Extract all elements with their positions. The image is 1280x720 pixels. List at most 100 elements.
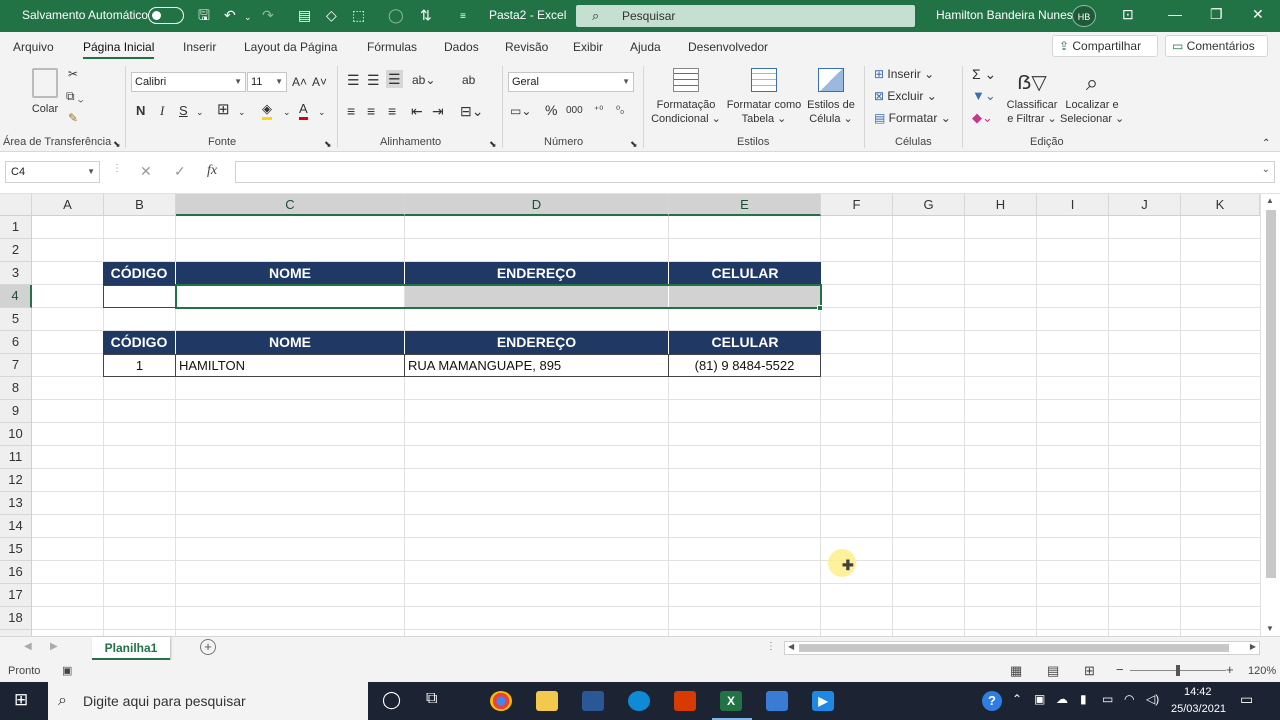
column-header-e[interactable]: E: [669, 194, 821, 216]
column-header-c[interactable]: C: [176, 194, 405, 216]
app-icon[interactable]: [582, 691, 604, 711]
tab-desenvolvedor[interactable]: Desenvolvedor: [688, 40, 768, 54]
sort-filter-button[interactable]: ẞ▽ Classificar e Filtrar ⌄: [1004, 68, 1060, 126]
row-header[interactable]: 1: [0, 216, 32, 239]
sheet-tab-planilha1[interactable]: Planilha1: [92, 637, 170, 661]
input-cell-codigo[interactable]: [103, 285, 176, 308]
cancel-icon[interactable]: ✕: [140, 163, 152, 180]
close-icon[interactable]: ✕: [1252, 6, 1264, 23]
notifications-icon[interactable]: ▭: [1240, 691, 1253, 708]
column-header-j[interactable]: J: [1109, 194, 1181, 216]
tab-formulas[interactable]: Fórmulas: [367, 40, 417, 54]
redo-icon[interactable]: ↷: [262, 6, 274, 24]
task-view-icon[interactable]: ⧉: [426, 690, 437, 708]
formula-input[interactable]: ⌄: [235, 161, 1275, 183]
alignment-launcher-icon[interactable]: ⬊: [489, 136, 497, 152]
media-icon[interactable]: ▶: [812, 691, 834, 711]
row-header[interactable]: 3: [0, 262, 32, 285]
tab-ajuda[interactable]: Ajuda: [630, 40, 661, 54]
tab-exibir[interactable]: Exibir: [573, 40, 603, 54]
enter-icon[interactable]: ✓: [174, 163, 186, 180]
file-explorer-icon[interactable]: [536, 691, 558, 711]
percent-icon[interactable]: %: [545, 102, 557, 118]
row-header[interactable]: 2: [0, 239, 32, 262]
insert-cells-button[interactable]: ⊞ Inserir ⌄: [874, 66, 934, 82]
undo-icon[interactable]: ↶: [224, 6, 236, 24]
column-header-a[interactable]: A: [32, 194, 104, 216]
column-header-b[interactable]: B: [104, 194, 176, 216]
copy-icon[interactable]: ⧉ ⌄: [66, 88, 84, 104]
page-layout-icon[interactable]: ▤: [1047, 663, 1059, 679]
column-header-k[interactable]: K: [1181, 194, 1260, 216]
align-center-icon[interactable]: ≡: [367, 103, 375, 119]
scroll-thumb[interactable]: [1266, 210, 1276, 578]
scroll-left-icon[interactable]: ◀: [788, 642, 794, 651]
decrease-decimal-icon[interactable]: ⁰₀: [616, 103, 624, 119]
cortana-icon[interactable]: ◯: [382, 690, 401, 710]
scroll-up-icon[interactable]: ▲: [1266, 196, 1274, 205]
prev-sheet-icon[interactable]: ◀: [24, 641, 32, 652]
paste-button[interactable]: Colar: [28, 68, 62, 116]
store-icon[interactable]: [766, 691, 788, 711]
page-break-icon[interactable]: ⊞: [1084, 663, 1095, 679]
chevron-down-icon[interactable]: ⌄: [238, 104, 246, 120]
align-middle-icon[interactable]: ☰: [367, 72, 380, 88]
normal-view-icon[interactable]: ▦: [1010, 663, 1022, 679]
add-sheet-icon[interactable]: +: [200, 639, 216, 655]
tab-revisao[interactable]: Revisão: [505, 40, 548, 54]
data-cell-endereco[interactable]: RUA MAMANGUAPE, 895: [405, 354, 669, 377]
number-format-select[interactable]: Geral ▼: [508, 72, 634, 92]
shape-icon[interactable]: ◯: [388, 6, 404, 24]
row-header[interactable]: 18: [0, 607, 32, 630]
bold-button[interactable]: N: [136, 103, 145, 119]
data-cell-nome[interactable]: HAMILTON: [176, 354, 405, 377]
onedrive-icon[interactable]: ☁: [1056, 692, 1068, 706]
column-header-d[interactable]: D: [405, 194, 669, 216]
column-header-g[interactable]: G: [893, 194, 965, 216]
h-scroll-thumb[interactable]: [799, 644, 1229, 652]
battery-icon[interactable]: ▭: [1102, 692, 1113, 706]
zoom-slider-thumb[interactable]: [1176, 665, 1180, 676]
usb-icon[interactable]: ▮: [1080, 692, 1087, 706]
office-icon[interactable]: [674, 691, 696, 711]
row-header[interactable]: 4: [0, 285, 32, 308]
row-header[interactable]: 9: [0, 400, 32, 423]
wifi-icon[interactable]: ◠: [1124, 692, 1134, 706]
align-bottom-icon[interactable]: ☰: [386, 70, 403, 88]
delete-cells-button[interactable]: ⊠ Excluir ⌄: [874, 88, 937, 104]
row-header[interactable]: 16: [0, 561, 32, 584]
tab-inserir[interactable]: Inserir: [183, 40, 216, 54]
user-name[interactable]: Hamilton Bandeira Nunes: [936, 8, 1073, 22]
font-color-icon[interactable]: A: [299, 101, 308, 120]
scroll-right-icon[interactable]: ▶: [1250, 642, 1256, 651]
data-cell-codigo[interactable]: 1: [103, 354, 176, 377]
row-header[interactable]: 15: [0, 538, 32, 561]
orientation-icon[interactable]: ab⌄: [412, 72, 435, 88]
conditional-formatting-button[interactable]: Formatação Condicional ⌄: [648, 68, 724, 126]
show-hidden-icon[interactable]: ⌃: [1012, 692, 1022, 706]
clipboard-launcher-icon[interactable]: ⬊: [113, 136, 121, 152]
borders-icon[interactable]: ⊞: [217, 102, 230, 118]
row-header[interactable]: 14: [0, 515, 32, 538]
row-header[interactable]: 7: [0, 354, 32, 377]
wrap-text-icon[interactable]: ab: [462, 72, 475, 88]
chevron-down-icon[interactable]: ⌄: [196, 104, 204, 120]
clear-icon[interactable]: ◆⌄: [972, 110, 993, 126]
column-header-h[interactable]: H: [965, 194, 1037, 216]
splitter-icon[interactable]: ⋮: [766, 641, 776, 652]
help-icon[interactable]: ?: [982, 691, 1002, 711]
sort-icon[interactable]: ⇅: [420, 6, 432, 24]
eraser-icon[interactable]: ◇: [326, 6, 337, 24]
clock-time[interactable]: 14:42: [1184, 686, 1212, 698]
chevron-down-icon[interactable]: ⌄: [318, 104, 326, 120]
align-top-icon[interactable]: ☰: [347, 72, 360, 88]
decrease-indent-icon[interactable]: ⇤: [411, 103, 423, 119]
horizontal-scrollbar[interactable]: ◀ ▶: [784, 641, 1260, 655]
merge-center-icon[interactable]: ⊟⌄: [460, 103, 483, 119]
border-icon[interactable]: ⬚: [352, 6, 365, 24]
clock-date[interactable]: 25/03/2021: [1171, 703, 1226, 715]
avatar[interactable]: HB: [1072, 5, 1096, 27]
windows-start-icon[interactable]: ⊞: [14, 690, 28, 710]
customize-qat-icon[interactable]: ≡: [460, 8, 466, 26]
excel-icon[interactable]: X: [720, 691, 742, 711]
